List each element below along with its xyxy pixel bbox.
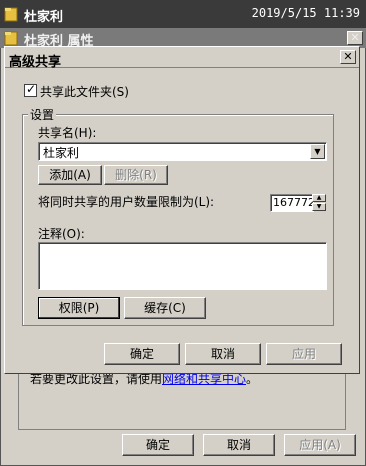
- top-bar: 杜家利 2019/5/15 11:39: [0, 0, 366, 28]
- properties-ok-button[interactable]: 确定: [122, 434, 194, 456]
- dialog-ok-button[interactable]: 确定: [104, 343, 180, 365]
- user-limit-input[interactable]: 167772: [270, 194, 315, 212]
- dialog-title: 高级共享: [9, 55, 62, 70]
- spin-down-icon[interactable]: ▼: [312, 203, 326, 211]
- dialog-apply-button[interactable]: 应用: [266, 343, 342, 365]
- settings-label: 设置: [28, 106, 57, 123]
- share-name-value: 杜家利: [43, 146, 80, 160]
- properties-cancel-button[interactable]: 取消: [203, 434, 275, 456]
- share-folder-label: 共享此文件夹(S): [40, 85, 129, 99]
- user-limit-label: 将同时共享的用户数量限制为(L):: [38, 195, 215, 209]
- dialog-titlebar: 高级共享 ✕: [5, 48, 359, 70]
- caching-button[interactable]: 缓存(C): [124, 297, 206, 319]
- chevron-down-icon[interactable]: ▼: [310, 144, 325, 159]
- close-icon[interactable]: ✕: [347, 31, 363, 45]
- properties-apply-button[interactable]: 应用(A): [284, 434, 356, 456]
- comment-label: 注释(O):: [38, 227, 85, 241]
- dialog-cancel-button[interactable]: 取消: [185, 343, 261, 365]
- share-folder-checkbox[interactable]: [24, 82, 37, 97]
- folder-icon: [4, 31, 18, 46]
- user-limit-value: 167772: [273, 196, 315, 209]
- note-prefix: 若要更改此设置，请使用: [30, 372, 163, 386]
- close-icon[interactable]: ✕: [340, 50, 356, 64]
- permissions-button[interactable]: 权限(P): [38, 297, 120, 319]
- share-name-label: 共享名(H):: [38, 126, 97, 140]
- share-name-dropdown[interactable]: 杜家利 ▼: [38, 142, 327, 161]
- comment-textarea[interactable]: [38, 242, 327, 290]
- clock: 2019/5/15 11:39: [251, 6, 360, 20]
- folder-icon: [4, 7, 18, 22]
- folder-name: 杜家利: [24, 10, 64, 25]
- note-suffix: 。: [246, 372, 259, 386]
- network-center-link[interactable]: 网络和共享中心: [162, 372, 246, 386]
- properties-titlebar: 杜家利 属性 ✕: [0, 28, 366, 49]
- add-button[interactable]: 添加(A): [38, 165, 102, 185]
- remove-button[interactable]: 删除(R): [104, 165, 168, 185]
- spin-up-icon[interactable]: ▲: [312, 194, 326, 202]
